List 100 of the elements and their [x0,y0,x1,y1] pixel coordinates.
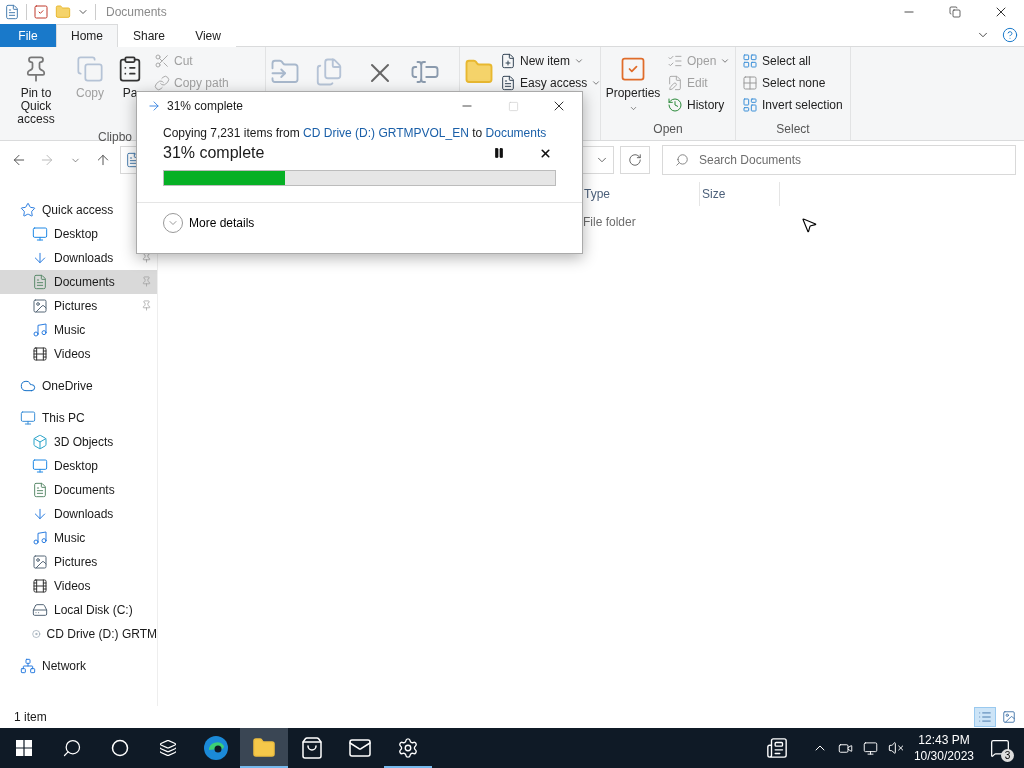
ribbon-button[interactable]: New item [498,51,604,71]
document-icon [500,75,516,91]
dialog-title: 31% complete [167,99,244,113]
window-title: Documents [106,5,167,19]
document-icon [32,274,48,290]
checkmark-icon [619,55,647,83]
sidebar-item[interactable]: Pictures [0,550,157,574]
maximize-icon [507,100,519,112]
picture-icon [1002,710,1016,724]
sidebar-item[interactable]: Local Disk (C:) [0,598,157,622]
ribbon-button[interactable]: Pa [112,51,148,130]
picture-icon [32,298,48,314]
muted-speaker-icon [887,740,904,756]
more-details-button[interactable]: More details [163,213,255,233]
list-icon [667,53,683,69]
sidebar-item[interactable]: 3D Objects [0,430,157,454]
view-button[interactable] [974,707,996,727]
column-header[interactable]: Size [700,182,780,206]
refresh-button[interactable] [620,146,650,174]
sidebar-item[interactable]: Pictures [0,294,157,318]
caret-icon [591,78,602,88]
clock-date[interactable]: 10/30/2023 [913,748,974,764]
picture-icon [32,554,48,570]
search-icon [62,738,82,758]
sidebar-item[interactable]: Music [0,526,157,550]
pin-icon [141,276,152,287]
mail-icon [348,736,372,760]
cancel-icon [538,146,552,160]
checkmark-icon [33,4,49,20]
film-icon [32,346,48,362]
task-view-icon [159,739,177,757]
refresh-icon [628,153,642,167]
sidebar-item[interactable]: Desktop [0,454,157,478]
sidebar-item[interactable]: CD Drive (D:) GRTM [0,622,157,646]
notification-count: 3 [1001,749,1014,762]
grid-icon [742,75,758,91]
film-icon [32,578,48,594]
network-icon [20,658,36,674]
grid-icon [742,53,758,69]
edit-icon [667,75,683,91]
search-icon [675,153,689,167]
network-icon [862,740,878,756]
ribbon-tab[interactable]: Home [56,24,118,47]
taskbar-app[interactable] [240,728,288,768]
destination-link[interactable]: Documents [485,126,547,140]
document-icon [32,482,48,498]
new-item-icon [500,53,516,69]
source-link[interactable]: CD Drive (D:) GRTMPVOL_EN [303,126,469,140]
desktop-icon [32,226,48,242]
sidebar-item[interactable]: Desktop [0,222,157,246]
sidebar-item[interactable]: Downloads [0,502,157,526]
sidebar-item[interactable]: Quick access [0,198,157,222]
notification-button[interactable]: 3 [990,738,1010,758]
pin-icon [141,300,152,311]
pause-icon [493,147,505,159]
caret-icon [720,56,731,66]
grid-icon [742,97,758,113]
ribbon-button[interactable]: Properties [605,51,661,122]
sidebar-item[interactable]: Downloads [0,246,157,270]
desktop-icon [32,458,48,474]
sidebar-item[interactable]: Network [0,654,157,678]
music-note-icon [32,322,48,338]
ribbon-button[interactable]: Pin to Quick access [4,51,68,130]
ribbon-button[interactable]: Invert selection [740,95,845,115]
history-icon [667,97,683,113]
down-arrow-icon [32,250,48,266]
search-box[interactable]: Search Documents [662,145,1016,175]
caret-icon [628,104,638,113]
ribbon-button[interactable]: Easy access [498,73,604,93]
progress-heading: 31% complete [163,144,266,162]
sidebar-item[interactable]: Videos [0,342,157,366]
sidebar-item[interactable]: This PC [0,406,157,430]
ribbon-button[interactable]: Select all [740,51,845,71]
pin-icon [141,252,152,263]
sidebar-item[interactable]: OneDrive [0,374,157,398]
star-icon [20,202,36,218]
music-note-icon [32,530,48,546]
ribbon-button[interactable]: History [665,95,733,115]
copy-arrow-icon [147,99,161,113]
folder-icon [252,736,276,760]
sidebar-item[interactable]: Videos [0,574,157,598]
settings-icon [397,737,419,759]
copy-icon [76,55,104,83]
sidebar-item[interactable]: Documents [0,270,157,294]
mouse-pointer-icon [800,216,818,234]
ribbon-tab[interactable]: File [0,24,56,47]
sidebar-item[interactable]: Music [0,318,157,342]
list-icon [978,710,992,724]
circle-icon [111,739,129,757]
table-cell-text: File folder [582,215,637,229]
cloud-icon [20,378,36,394]
back-icon [11,152,27,168]
ribbon-button[interactable]: Select none [740,73,845,93]
computer-icon [20,410,36,426]
sidebar-item[interactable]: Documents [0,478,157,502]
up-icon [95,152,111,168]
cube-icon [32,434,48,450]
copy-status-text: Copying 7,231 items from CD Drive (D:) GRTMPVOL_EN to Documents [163,126,548,140]
folder-icon [55,4,71,20]
clock-time[interactable]: 12:43 PM [918,732,970,748]
